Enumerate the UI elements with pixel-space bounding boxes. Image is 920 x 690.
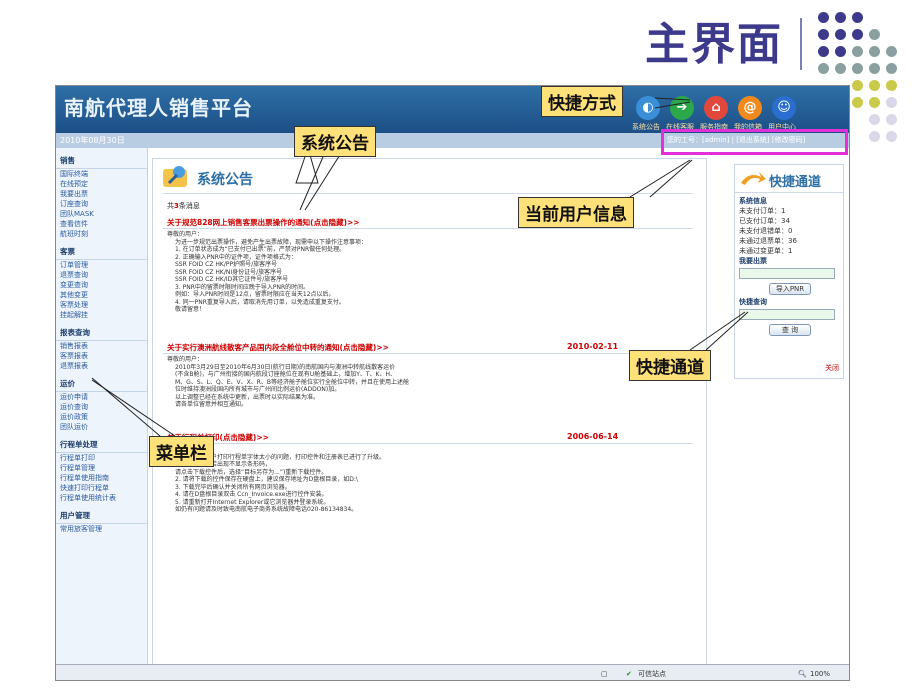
callout-notice: 系统公告 xyxy=(294,126,376,157)
callout-shortcut: 快捷方式 xyxy=(541,86,623,117)
callout-user: 当前用户信息 xyxy=(518,197,634,228)
callout-channel: 快捷通道 xyxy=(629,350,711,381)
callout-menu: 菜单栏 xyxy=(149,436,214,467)
callout-pointers xyxy=(91,97,749,437)
